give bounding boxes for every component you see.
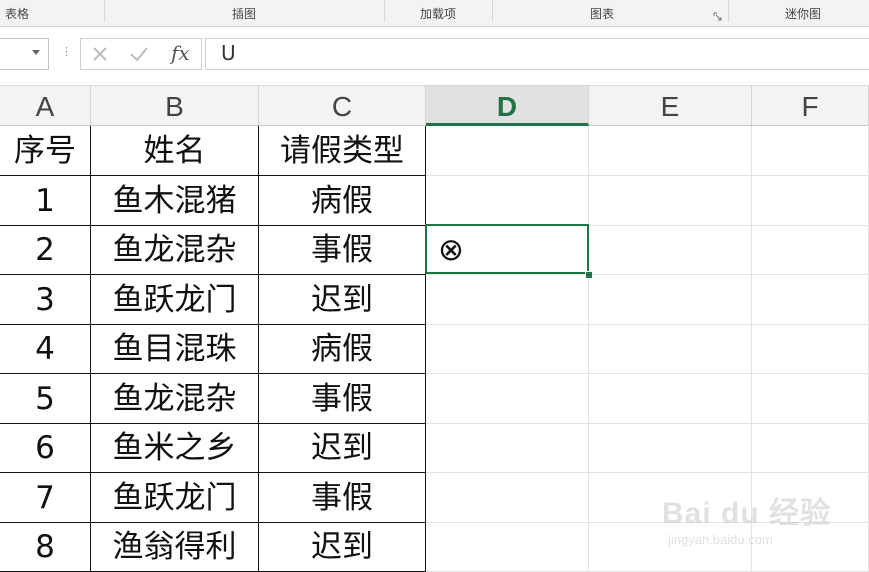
- table-row: 序号 姓名 请假类型: [0, 126, 869, 176]
- x-icon[interactable]: [91, 45, 109, 63]
- cell-b3[interactable]: 鱼龙混杂: [91, 225, 259, 275]
- cell-f2[interactable]: [752, 175, 869, 226]
- ribbon-group-charts: 图表: [589, 7, 614, 21]
- column-header-d[interactable]: D: [426, 86, 589, 126]
- cell-c8[interactable]: 事假: [259, 472, 426, 523]
- cell-c4[interactable]: 迟到: [259, 274, 426, 325]
- column-header-a[interactable]: A: [0, 86, 91, 126]
- formula-buttons: fx: [80, 38, 202, 70]
- cell-b4[interactable]: 鱼跃龙门: [91, 274, 259, 325]
- table-row: 6 鱼米之乡 迟到: [0, 423, 869, 473]
- cell-f3[interactable]: [752, 225, 869, 275]
- column-header-f[interactable]: F: [752, 86, 869, 126]
- column-header-b[interactable]: B: [91, 86, 259, 126]
- cell-b7[interactable]: 鱼米之乡: [91, 423, 259, 473]
- cell-f1[interactable]: [752, 126, 869, 176]
- cell-a3[interactable]: 2: [0, 225, 91, 275]
- cell-b5[interactable]: 鱼目混珠: [91, 324, 259, 374]
- cell-e4[interactable]: [589, 274, 752, 325]
- ribbon-group-addins: 加载项: [419, 7, 456, 21]
- cell-e2[interactable]: [589, 175, 752, 226]
- cell-d6[interactable]: [426, 373, 589, 424]
- cell-b9[interactable]: 渔翁得利: [91, 522, 259, 572]
- formula-input[interactable]: U: [205, 38, 869, 70]
- table-row: 4 鱼目混珠 病假: [0, 324, 869, 374]
- cell-f7[interactable]: [752, 423, 869, 473]
- cell-e6[interactable]: [589, 373, 752, 424]
- fill-handle[interactable]: [585, 271, 593, 279]
- column-header-e[interactable]: E: [589, 86, 752, 126]
- table-row: 5 鱼龙混杂 事假: [0, 373, 869, 424]
- formula-input-value: U: [221, 41, 236, 65]
- cell-e1[interactable]: [589, 126, 752, 176]
- dialog-launcher-icon[interactable]: [713, 12, 722, 21]
- cell-a1[interactable]: 序号: [0, 126, 91, 176]
- cell-b8[interactable]: 鱼跃龙门: [91, 472, 259, 523]
- cell-d9[interactable]: [426, 522, 589, 572]
- chevron-down-icon[interactable]: [32, 50, 40, 55]
- formula-bar: ⋮ fx U: [0, 27, 869, 86]
- cell-b2[interactable]: 鱼木混猪: [91, 175, 259, 226]
- cell-b1[interactable]: 姓名: [91, 126, 259, 176]
- cell-a6[interactable]: 5: [0, 373, 91, 424]
- cell-b6[interactable]: 鱼龙混杂: [91, 373, 259, 424]
- cell-c1[interactable]: 请假类型: [259, 126, 426, 176]
- cell-f5[interactable]: [752, 324, 869, 374]
- cell-c3[interactable]: 事假: [259, 225, 426, 275]
- ribbon-group-sparklines: 迷你图: [784, 7, 821, 21]
- ribbon-group-labels: 表格 插图 加载项 图表 迷你图: [0, 0, 869, 27]
- cell-e7[interactable]: [589, 423, 752, 473]
- cell-c5[interactable]: 病假: [259, 324, 426, 374]
- cell-d7[interactable]: [426, 423, 589, 473]
- cell-a4[interactable]: 3: [0, 274, 91, 325]
- cell-d1[interactable]: [426, 126, 589, 176]
- cell-a8[interactable]: 7: [0, 472, 91, 523]
- cell-d2[interactable]: [426, 175, 589, 226]
- cell-c2[interactable]: 病假: [259, 175, 426, 226]
- column-header-c[interactable]: C: [259, 86, 426, 126]
- watermark-url: jingyan.baidu.com: [668, 532, 773, 547]
- cell-a9[interactable]: 8: [0, 522, 91, 572]
- cell-e3[interactable]: [589, 225, 752, 275]
- ribbon-group-tables: 表格: [4, 7, 29, 21]
- fx-icon[interactable]: fx: [171, 41, 190, 65]
- cell-c9[interactable]: 迟到: [259, 522, 426, 572]
- cell-a5[interactable]: 4: [0, 324, 91, 374]
- active-cell-outline: [425, 224, 589, 274]
- table-row: 3 鱼跃龙门 迟到: [0, 274, 869, 325]
- cell-a7[interactable]: 6: [0, 423, 91, 473]
- name-box[interactable]: [0, 38, 49, 70]
- check-icon[interactable]: [129, 45, 149, 63]
- cell-d5[interactable]: [426, 324, 589, 374]
- cell-c7[interactable]: 迟到: [259, 423, 426, 473]
- cell-f6[interactable]: [752, 373, 869, 424]
- cell-c6[interactable]: 事假: [259, 373, 426, 424]
- cell-d4[interactable]: [426, 274, 589, 325]
- formula-bar-grip-icon[interactable]: ⋮: [61, 44, 72, 60]
- cell-a2[interactable]: 1: [0, 175, 91, 226]
- table-row: 1 鱼木混猪 病假: [0, 175, 869, 226]
- watermark: Bai du 经验 jingyan.baidu.com: [662, 478, 862, 558]
- cell-e5[interactable]: [589, 324, 752, 374]
- cell-f4[interactable]: [752, 274, 869, 325]
- ribbon-group-illustrations: 插图: [231, 7, 256, 21]
- cell-d8[interactable]: [426, 472, 589, 523]
- watermark-text: Bai du 经验: [662, 497, 832, 530]
